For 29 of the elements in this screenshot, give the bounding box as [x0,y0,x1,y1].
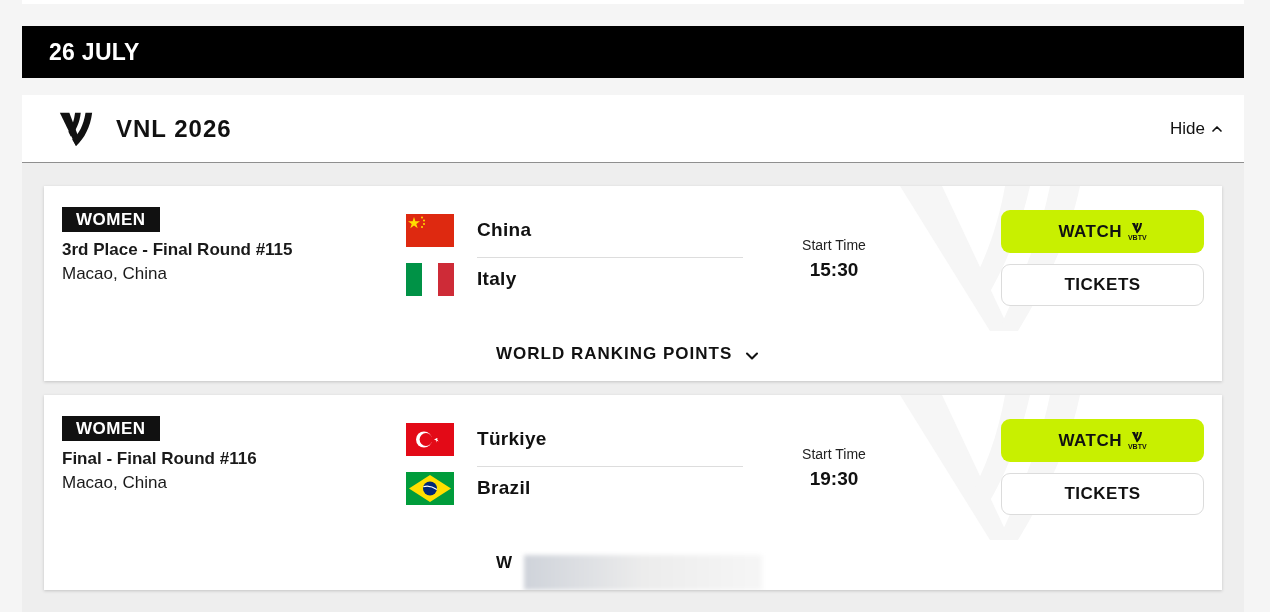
competition-title: VNL 2026 [116,113,232,144]
v-logo-icon [1130,222,1145,234]
match-location: Macao, China [62,263,167,285]
flag-icon [406,214,454,247]
tickets-button[interactable]: TICKETS [1001,264,1204,306]
team-name: Brazil [477,476,531,501]
team-name: Türkiye [477,427,547,452]
match-location: Macao, China [62,472,167,494]
watch-label: WATCH [1058,429,1122,452]
start-time: 19:30 [809,467,859,491]
flag-icon [406,263,454,296]
start-time-label: Start Time [802,445,866,463]
date-label: 26 JULY [49,37,140,67]
flag-icon [406,423,454,456]
team-name: Italy [477,267,517,292]
start-time-label: Start Time [802,236,866,254]
tickets-button[interactable]: TICKETS [1001,473,1204,515]
category-badge: WOMEN [62,207,160,232]
watch-label: WATCH [1058,220,1122,243]
start-time: 15:30 [809,258,859,282]
v-logo-icon [1130,431,1145,443]
match-title: 3rd Place - Final Round #115 [62,239,293,261]
ranking-points-toggle[interactable]: WORLD RANKING POINTS [496,341,763,367]
flag-icon [406,472,454,505]
category-badge: WOMEN [62,416,160,441]
hide-toggle[interactable]: Hide [1170,115,1225,142]
match-title: Final - Final Round #116 [62,448,257,470]
team-name: China [477,218,532,243]
ranking-points-toggle[interactable]: W [496,550,514,576]
